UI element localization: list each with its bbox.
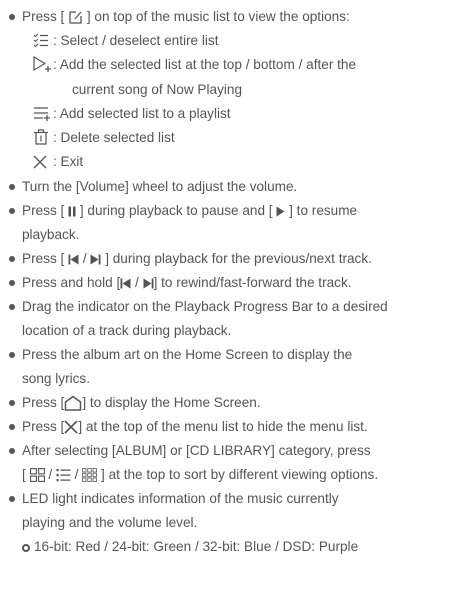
instruction-text: [: [22, 467, 30, 482]
bullet: [9, 280, 15, 286]
instruction-options: Press [ ] on top of the music list to vi…: [22, 5, 350, 29]
bullet: [9, 304, 15, 310]
option-text-continued: current song of Now Playing: [72, 82, 243, 97]
instruction-text: ] during playback to pause and [: [76, 203, 277, 218]
instruction-home: Press [ ] to display the Home Screen.: [22, 391, 261, 415]
grid-view-icon: [29, 468, 45, 483]
instruction-volume: Turn the [Volume] wheel to adjust the vo…: [22, 179, 298, 194]
bullet: [9, 184, 15, 190]
instruction-hide-menu: Press [ ] at the top of the menu list to …: [22, 415, 368, 439]
pause-icon: [68, 206, 76, 217]
close-icon: [64, 420, 78, 434]
ring-bullet-icon: [22, 544, 30, 552]
option-text: : Delete selected list: [53, 130, 175, 145]
previous-icon: [68, 254, 79, 265]
option-text: : Select / deselect entire list: [53, 33, 219, 48]
instruction-text: Press [: [22, 251, 69, 266]
instruction-text-continued: playback.: [22, 227, 80, 242]
instruction-led: LED light indicates information of the m…: [22, 491, 339, 506]
option-text: : Exit: [53, 154, 84, 169]
led-color-line: 16-bit: Red / 24-bit: Green / 32-bit: Bl…: [22, 535, 358, 559]
option-delete: : Delete selected list: [33, 126, 433, 150]
separator-text: /: [44, 467, 56, 482]
instruction-pause-resume: Press [ ] during playback to pause and […: [22, 199, 357, 223]
option-add-playlist: : Add selected list to a playlist: [33, 102, 433, 126]
instruction-prev-next: Press [ / ] during playback for the prev…: [22, 247, 372, 271]
instruction-sort: After selecting [ALBUM] or [CD LIBRARY] …: [22, 443, 371, 458]
previous-icon: [120, 278, 131, 289]
small-grid-view-icon: [82, 468, 98, 483]
instruction-text: ] at the top to sort by different viewin…: [97, 467, 379, 482]
instruction-text: ] to display the Home Screen.: [82, 395, 261, 410]
bullet: [9, 208, 15, 214]
separator-text: /: [131, 275, 143, 290]
bullet: [9, 400, 15, 406]
home-icon: [64, 395, 82, 412]
separator-text: /: [79, 251, 91, 266]
add-to-now-playing-icon: [33, 56, 51, 73]
close-icon: [33, 155, 47, 169]
instruction-text: Press [: [22, 395, 65, 410]
instruction-text: Press [: [22, 419, 65, 434]
led-color-text: 16-bit: Red / 24-bit: Green / 32-bit: Bl…: [34, 539, 359, 554]
option-add-now-playing: : Add the selected list at the top / bot…: [33, 53, 453, 77]
manual-page: Press [ ] on top of the music list to vi…: [0, 0, 471, 610]
play-icon: [276, 206, 285, 217]
next-icon: [143, 278, 154, 289]
option-exit: : Exit: [33, 150, 433, 174]
trash-icon: [33, 129, 49, 145]
instruction-text: Press and hold [: [22, 275, 121, 290]
separator-text: /: [70, 467, 83, 482]
list-view-icon: [56, 468, 71, 482]
instruction-text: ] at the top of the menu list to hide th…: [78, 419, 368, 434]
edit-icon: [68, 10, 83, 25]
instruction-text: ] during playback for the previous/next …: [101, 251, 372, 266]
select-list-icon: [33, 33, 49, 48]
next-icon: [90, 254, 101, 265]
instruction-text: Press [: [22, 203, 69, 218]
instruction-text-continued: location of a track during playback.: [22, 323, 232, 338]
instruction-lyrics: Press the album art on the Home Screen t…: [22, 347, 353, 362]
instruction-rewind-forward: Press and hold [ / ] to rewind/fast-forw…: [22, 271, 352, 295]
bullet: [9, 256, 15, 262]
instruction-text: ] to rewind/fast-forward the track.: [153, 275, 352, 290]
option-text: : Add selected list to a playlist: [53, 106, 231, 121]
add-to-playlist-icon: [33, 106, 51, 122]
instruction-text: ] to resume: [285, 203, 358, 218]
instruction-text: ] on top of the music list to view the o…: [83, 9, 350, 24]
instruction-sort-continued: [ / / ] at the top to sort by different …: [22, 463, 378, 487]
bullet: [9, 424, 15, 430]
instruction-text-continued: song lyrics.: [22, 371, 90, 386]
instruction-text-continued: playing and the volume level.: [22, 515, 198, 530]
bullet: [9, 352, 15, 358]
option-select: : Select / deselect entire list: [33, 29, 433, 53]
option-text: : Add the selected list at the top / bot…: [53, 57, 357, 72]
bullet: [9, 448, 15, 454]
instruction-text: Press [: [22, 9, 69, 24]
bullet: [9, 496, 15, 502]
instruction-progress-bar: Drag the indicator on the Playback Progr…: [22, 299, 388, 314]
bullet: [9, 14, 15, 20]
